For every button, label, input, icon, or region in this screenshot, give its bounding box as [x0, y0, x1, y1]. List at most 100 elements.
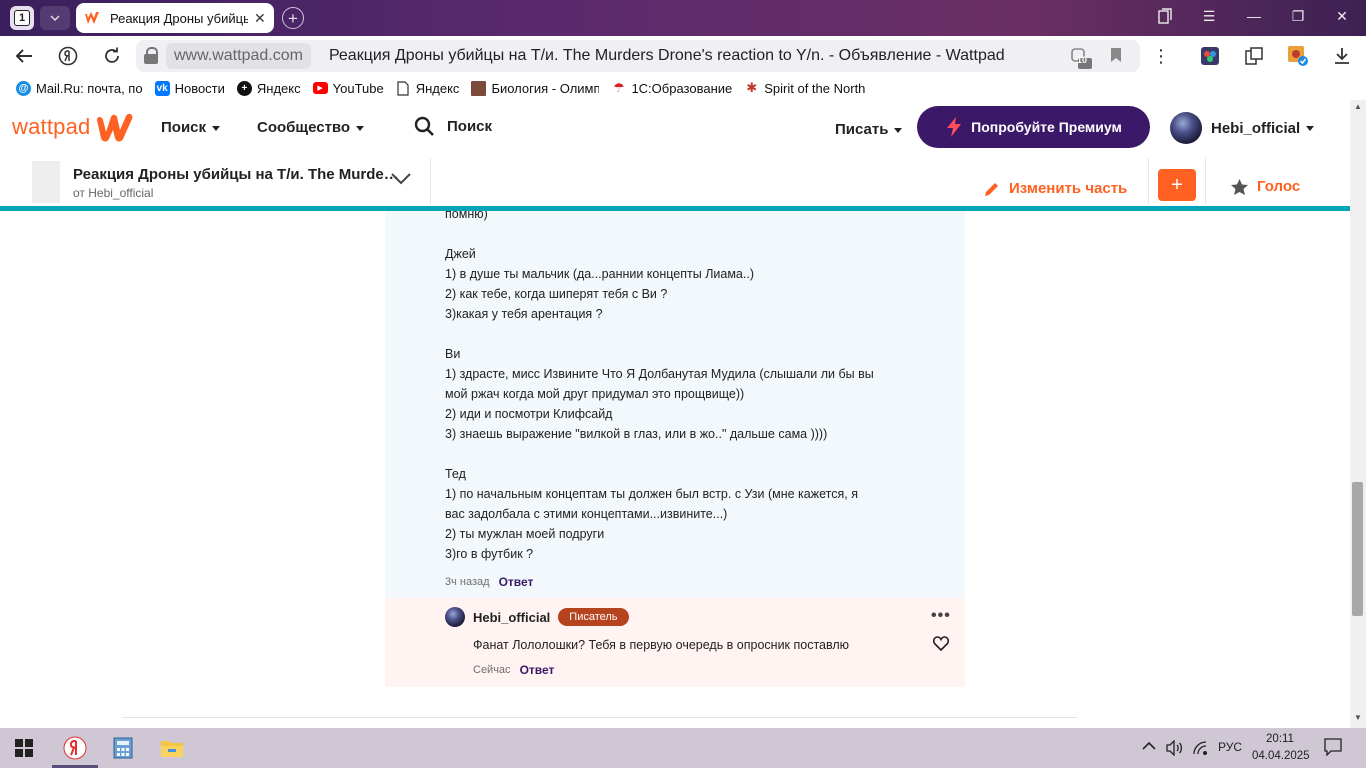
search-box[interactable]: Поиск [414, 116, 492, 137]
wattpad-favicon-icon [84, 10, 100, 26]
caret-down-icon [356, 125, 365, 131]
url-field[interactable]: www.wattpad.com Реакция Дроны убийцы на … [136, 40, 1140, 72]
heart-icon[interactable] [932, 636, 950, 656]
clock[interactable]: 20:11 04.04.2025 [1252, 731, 1310, 765]
bookmark-mailru[interactable]: @ Mail.Ru: почта, по [16, 80, 143, 96]
reply-time: Сейчас [473, 664, 511, 676]
comment-line: мой ржач когда мой друг придумал это про… [445, 387, 745, 401]
collections-icon[interactable] [1242, 44, 1266, 68]
comment: помню) Джей 1) в душе ты мальчик (да...р… [385, 211, 965, 598]
bookmark-biology[interactable]: Биология - Олимп [471, 80, 599, 96]
arrow-left-icon [15, 49, 32, 63]
taskbar-file-explorer[interactable] [148, 728, 196, 768]
caret-down-icon [1306, 125, 1315, 131]
more-options-icon[interactable]: ⋮ [1149, 44, 1173, 68]
premium-label: Попробуйте Премиум [971, 119, 1122, 135]
yandex-button[interactable] [56, 44, 80, 68]
write-menu[interactable]: Писать [835, 121, 903, 138]
comment-line: Ви [445, 347, 461, 361]
url-domain: www.wattpad.com [166, 43, 311, 69]
olymp-icon [471, 80, 487, 96]
pencil-icon [985, 182, 998, 196]
bookmark-1c[interactable]: ☂ 1С:Образование [611, 80, 732, 96]
community-menu[interactable]: Сообщество [257, 119, 365, 136]
story-author[interactable]: от Hebi_official [73, 186, 153, 200]
tab-count: 1 [14, 10, 30, 26]
search-placeholder: Поиск [447, 118, 493, 135]
reply-button[interactable]: Ответ [499, 575, 534, 589]
reply-author[interactable]: Hebi_official [473, 610, 550, 625]
caret-down-icon [212, 125, 221, 131]
username: Hebi_official [1211, 119, 1301, 137]
edit-part-button[interactable]: Изменить часть [984, 180, 1127, 197]
avatar [1170, 112, 1202, 144]
active-tab[interactable]: Реакция Дроны убийцы ✕ [76, 3, 274, 33]
address-bar: www.wattpad.com Реакция Дроны убийцы на … [0, 36, 1366, 76]
add-to-list-button[interactable]: + [1158, 169, 1196, 201]
close-tab-icon[interactable]: ✕ [254, 10, 266, 27]
story-cover[interactable] [32, 161, 60, 203]
notifications-icon[interactable] [1324, 738, 1342, 759]
more-options-icon[interactable]: ••• [931, 607, 951, 625]
profile-extension-icon[interactable] [1286, 44, 1310, 68]
restore-icon[interactable]: ❐ [1287, 8, 1309, 25]
taskbar-yandex-browser[interactable] [51, 728, 99, 768]
divider [1148, 158, 1149, 204]
minimize-icon[interactable]: — [1243, 8, 1265, 24]
start-button[interactable] [0, 728, 48, 768]
download-icon[interactable] [1330, 44, 1354, 68]
document-icon [396, 80, 411, 96]
tab-counter-button[interactable]: 1 [10, 6, 34, 30]
reply-meta: Сейчас Ответ [473, 663, 554, 677]
wattpad-header: wattpad Поиск Сообщество Поиск Писать По… [0, 100, 1350, 156]
comment-line: 3)какая у тебя арентация ? [445, 307, 603, 321]
reply-button[interactable]: Ответ [520, 663, 555, 677]
edit-part-label: Изменить часть [1009, 180, 1128, 197]
extensions-badge-count: 10 [1077, 55, 1088, 65]
community-menu-label: Сообщество [257, 119, 351, 136]
new-tab-button[interactable]: + [282, 7, 304, 29]
try-premium-button[interactable]: Попробуйте Премиум [917, 106, 1150, 148]
scroll-down-icon[interactable]: ▼ [1352, 713, 1364, 725]
user-menu[interactable]: Hebi_official [1170, 112, 1315, 144]
wattpad-logo-text: wattpad [12, 114, 91, 139]
taskbar: РУС 20:11 04.04.2025 [0, 728, 1366, 768]
volume-icon[interactable] [1166, 739, 1184, 759]
browse-menu[interactable]: Поиск [161, 119, 221, 136]
back-button[interactable] [12, 44, 36, 68]
story-title[interactable]: Реакция Дроны убийцы на Т/и. The Murders… [73, 166, 403, 183]
tab-list-button[interactable] [40, 6, 70, 30]
avatar[interactable] [445, 607, 465, 627]
bookmark-icon[interactable] [1110, 47, 1122, 67]
close-window-icon[interactable]: ✕ [1331, 8, 1353, 25]
taskbar-calculator[interactable] [99, 728, 147, 768]
scrollbar-thumb[interactable] [1352, 482, 1363, 616]
comment-line: 2) как тебе, когда шиперят тебя с Ви ? [445, 287, 668, 301]
bookmarks-panel-icon[interactable] [1154, 8, 1176, 27]
chevron-down-icon[interactable] [391, 172, 411, 190]
reload-button[interactable] [100, 44, 124, 68]
writer-badge: Писатель [558, 608, 629, 626]
scroll-up-icon[interactable]: ▲ [1352, 102, 1364, 114]
wattpad-logo[interactable]: wattpad [12, 112, 134, 142]
language-indicator[interactable]: РУС [1218, 740, 1242, 754]
bookmark-youtube[interactable]: ▶ YouTube [312, 81, 384, 96]
bookmark-label: Новости [174, 80, 225, 96]
network-icon[interactable] [1192, 740, 1210, 759]
windows-icon [15, 739, 33, 757]
vote-button[interactable]: Голос [1231, 178, 1300, 195]
bookmarks-bar: @ Mail.Ru: почта, по vk Новости + Яндекс… [0, 76, 1366, 100]
bookmark-news[interactable]: vk Новости [154, 80, 225, 96]
bookmark-spirit[interactable]: ✱ Spirit of the North [744, 80, 865, 96]
main-content: помню) Джей 1) в душе ты мальчик (да...р… [0, 211, 1350, 728]
extension-app-icon[interactable] [1198, 44, 1222, 68]
star-icon [1231, 178, 1248, 195]
menu-icon[interactable]: ☰ [1198, 8, 1220, 25]
yandex-browser-icon [63, 736, 87, 760]
mailru-icon: @ [16, 80, 31, 96]
bookmark-yandex[interactable]: + Яндекс [236, 80, 301, 96]
chevron-up-icon[interactable] [1142, 740, 1156, 754]
scrollbar[interactable] [1350, 100, 1366, 728]
bookmark-yandex-doc[interactable]: Яндекс [396, 80, 459, 96]
comment-line: 3)го в футбик ? [445, 547, 534, 561]
